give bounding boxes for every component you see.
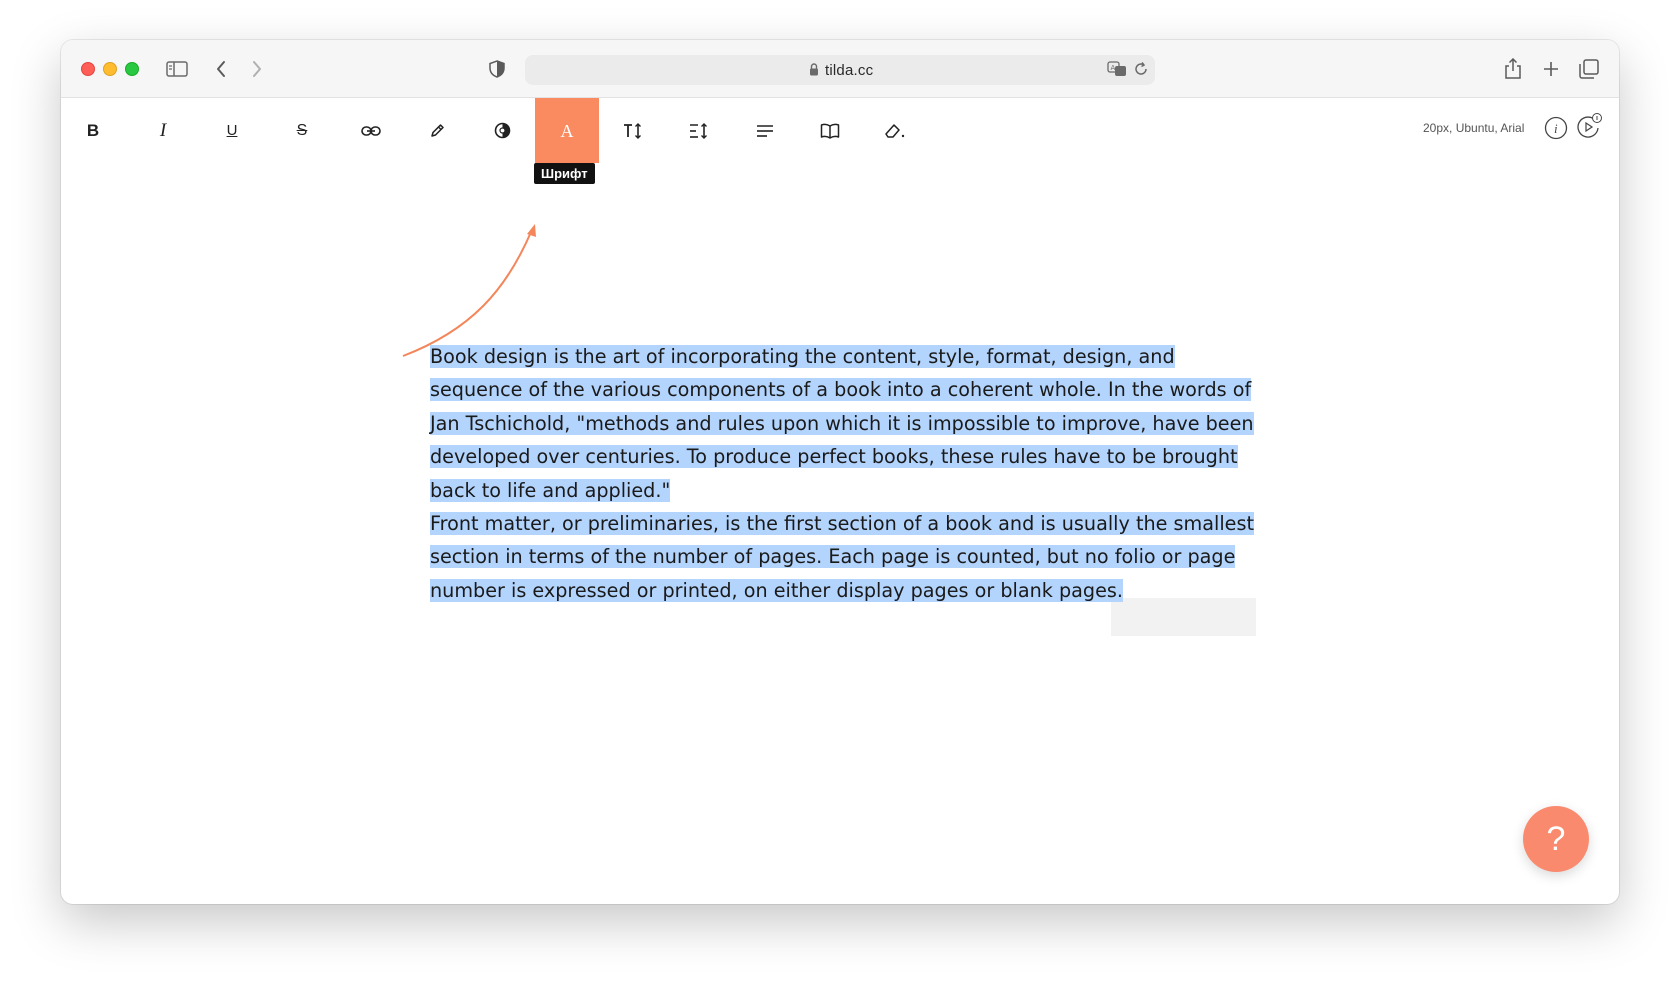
- highlight-color-button[interactable]: [470, 98, 534, 163]
- selected-text: Book design is the art of incorporating …: [430, 345, 1254, 502]
- reload-icon[interactable]: [1133, 61, 1149, 82]
- text-format-toolbar: B I U S A: [61, 98, 1619, 163]
- close-window-button[interactable]: [81, 62, 95, 76]
- link-icon: [361, 125, 381, 136]
- translate-icon[interactable]: A: [1107, 61, 1127, 82]
- info-icon[interactable]: i: [1544, 116, 1568, 145]
- text-color-button[interactable]: [405, 98, 469, 163]
- pencil-icon: [431, 123, 444, 137]
- selected-text: Front matter, or preliminaries, is the f…: [430, 512, 1254, 602]
- svg-text:i: i: [1554, 121, 1558, 136]
- font-size-button[interactable]: [601, 98, 665, 163]
- svg-text:A: A: [1111, 64, 1116, 72]
- color-circle-icon: [494, 122, 510, 139]
- text-block[interactable]: Book design is the art of incorporating …: [430, 340, 1256, 607]
- forward-icon[interactable]: [245, 57, 269, 81]
- typograph-button[interactable]: [798, 98, 862, 163]
- tabs-overview-icon[interactable]: [1577, 57, 1601, 81]
- strikethrough-button[interactable]: S: [270, 98, 334, 163]
- new-tab-icon[interactable]: [1539, 57, 1563, 81]
- align-button[interactable]: [733, 98, 797, 163]
- underline-button[interactable]: U: [200, 98, 264, 163]
- link-button[interactable]: [339, 98, 403, 163]
- preview-icon[interactable]: [1576, 112, 1604, 147]
- zoom-window-button[interactable]: [125, 62, 139, 76]
- browser-titlebar: tilda.cc A: [61, 40, 1619, 98]
- paragraph[interactable]: Front matter, or preliminaries, is the f…: [430, 507, 1256, 607]
- line-height-button[interactable]: [667, 98, 731, 163]
- clear-format-button[interactable]: [863, 98, 927, 163]
- minimize-window-button[interactable]: [103, 62, 117, 76]
- url-text: tilda.cc: [825, 62, 874, 79]
- help-label: ?: [1546, 819, 1566, 858]
- italic-button[interactable]: I: [131, 98, 195, 163]
- font-info-label: 20px, Ubuntu, Arial: [1423, 121, 1525, 135]
- book-icon: [820, 123, 840, 139]
- share-icon[interactable]: [1501, 57, 1525, 81]
- paragraph[interactable]: Book design is the art of incorporating …: [430, 340, 1256, 507]
- shield-icon[interactable]: [485, 57, 509, 81]
- sidebar-icon[interactable]: [165, 57, 189, 81]
- text-size-icon: [624, 122, 641, 139]
- bold-button[interactable]: B: [61, 98, 125, 163]
- font-button[interactable]: A: [535, 98, 599, 163]
- browser-window: tilda.cc A B I U S A Шрифт 20px, Ubuntu,…: [61, 40, 1619, 904]
- back-icon[interactable]: [209, 57, 233, 81]
- lock-icon: [809, 63, 819, 81]
- line-height-icon: [690, 122, 707, 139]
- align-left-icon: [757, 124, 773, 137]
- annotation-arrow: [402, 224, 536, 357]
- help-button[interactable]: ?: [1523, 806, 1589, 872]
- address-bar[interactable]: tilda.cc A: [525, 55, 1155, 85]
- eraser-icon: [885, 123, 905, 138]
